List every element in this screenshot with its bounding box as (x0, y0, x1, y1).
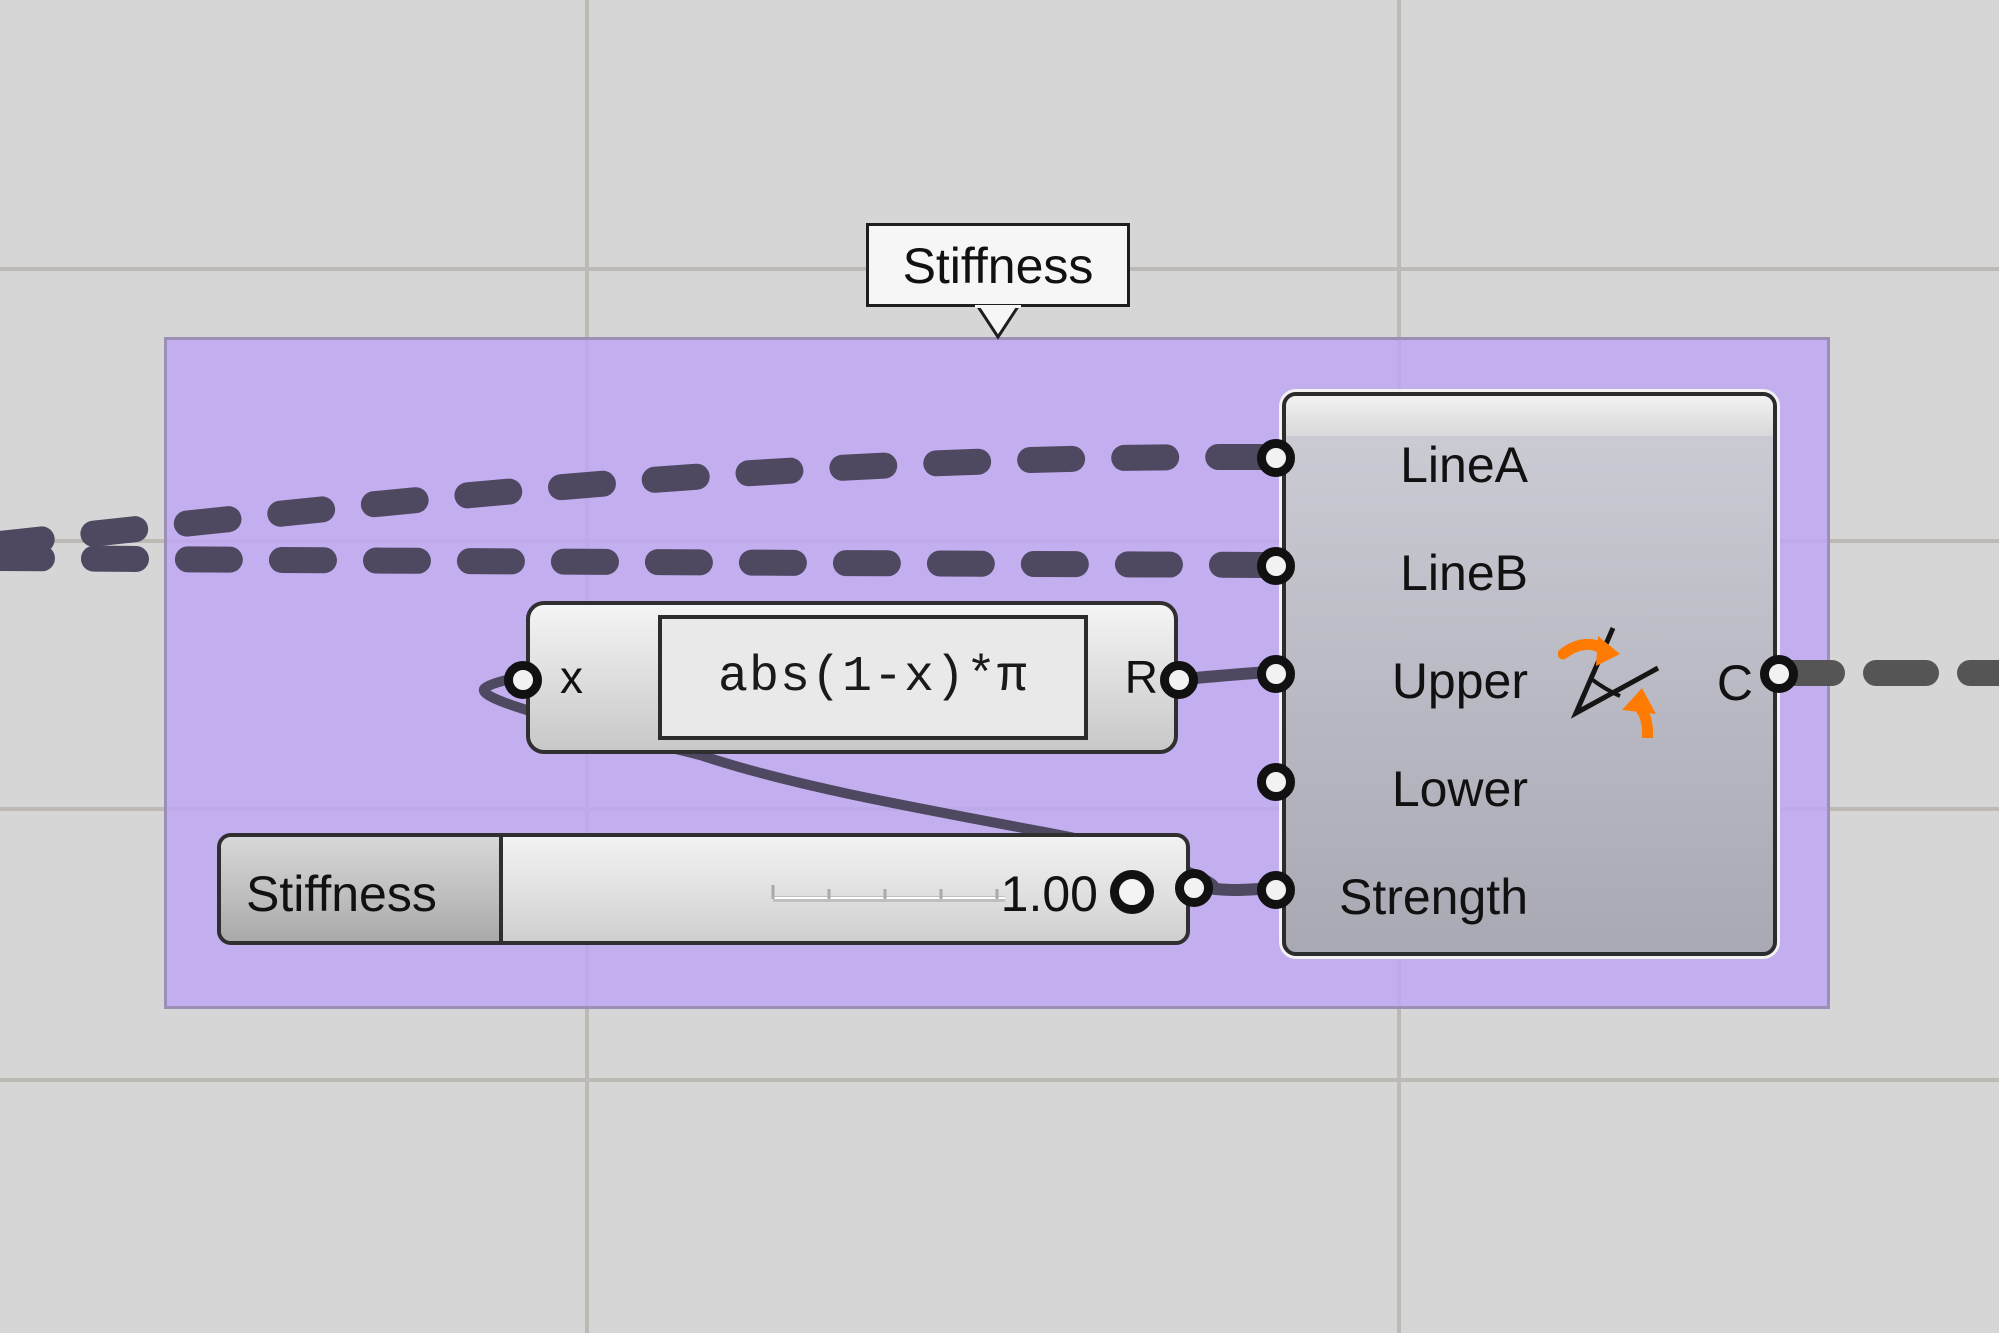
input-label-lower: Lower (1391, 761, 1528, 817)
component-header[interactable] (1286, 396, 1773, 436)
slider-output-port[interactable] (1175, 869, 1213, 907)
input-label-strength: Strength (1338, 869, 1528, 925)
slider-name: Stiffness (246, 866, 437, 922)
input-port-lower[interactable] (1257, 763, 1295, 801)
expression-component[interactable]: x abs(1-x)*π R (526, 601, 1178, 754)
canvas-gridline (0, 1078, 1999, 1082)
angle-goal-component[interactable]: LineA LineB Upper Lower Strength C (1282, 392, 1777, 956)
input-label-linea: LineA (1400, 437, 1528, 493)
expression-input-port[interactable] (504, 661, 542, 699)
group-label[interactable]: Stiffness (866, 223, 1130, 307)
group-label-pointer (975, 305, 1021, 340)
input-port-linea[interactable] (1257, 439, 1295, 477)
input-label-upper: Upper (1391, 653, 1528, 709)
expression-input-label: x (560, 651, 583, 703)
number-slider[interactable]: Stiffness 1.00 (217, 833, 1190, 945)
expression-formula-field[interactable]: abs(1-x)*π (658, 615, 1088, 740)
angle-goal-icon (1558, 627, 1660, 738)
slider-grip[interactable] (1110, 870, 1154, 914)
output-port-c[interactable] (1760, 655, 1798, 693)
input-port-strength[interactable] (1257, 871, 1295, 909)
input-port-lineb[interactable] (1257, 547, 1295, 585)
slider-value: 1.00 (1000, 866, 1098, 922)
expression-output-port[interactable] (1160, 661, 1198, 699)
input-port-upper[interactable] (1257, 655, 1295, 693)
expression-output-label: R (1124, 651, 1158, 703)
input-label-lineb: LineB (1400, 545, 1528, 601)
output-label-c: C (1716, 655, 1753, 711)
slider-name-box: Stiffness (221, 837, 503, 941)
slider-track[interactable] (555, 867, 1005, 907)
